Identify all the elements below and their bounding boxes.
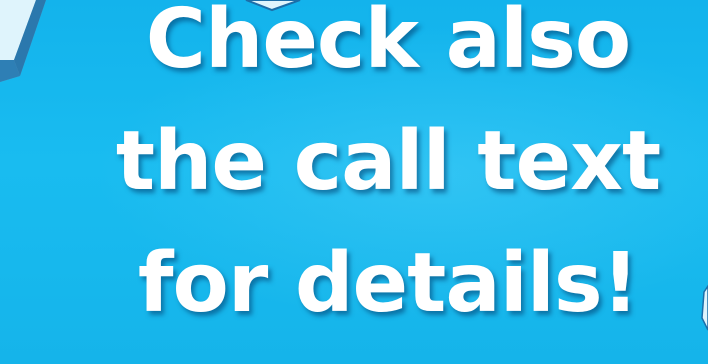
headline-line-3: for details! xyxy=(137,236,639,331)
corner-bevel-sliver-right xyxy=(701,284,708,331)
headline-line-1: Check also xyxy=(145,0,631,87)
corner-bevel-shape-top-left xyxy=(0,0,46,82)
call-text-headline: Check also the call text for details! xyxy=(86,0,690,364)
headline-line-2: the call text xyxy=(115,114,661,209)
